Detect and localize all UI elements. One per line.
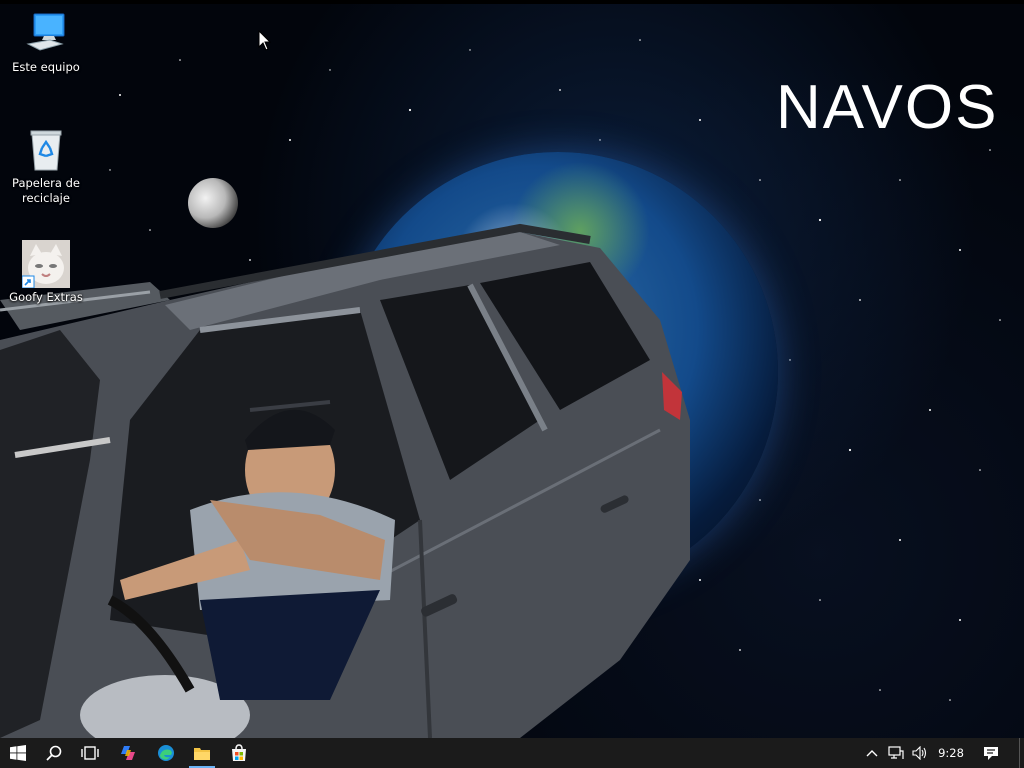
taskbar: 9:28 [0, 738, 1024, 768]
desktop[interactable]: NAVOS Este equipo Papelera de reciclaje … [0, 0, 1024, 738]
show-hidden-icons-button[interactable] [862, 738, 882, 768]
task-view-icon [81, 746, 99, 760]
edge-icon [158, 745, 174, 761]
network-icon [888, 746, 904, 759]
copilot-button[interactable] [110, 738, 146, 768]
mouse-cursor-icon [258, 30, 272, 51]
volume-icon [912, 746, 927, 760]
desktop-icon-goofy-extras[interactable]: Goofy Extras [6, 240, 86, 305]
network-button[interactable] [884, 738, 908, 768]
desktop-icon-label: Goofy Extras [9, 290, 83, 304]
store-button[interactable] [221, 738, 257, 768]
computer-icon [22, 10, 70, 58]
show-desktop-button[interactable] [1019, 738, 1024, 768]
notification-center-button[interactable] [978, 738, 1004, 768]
car-and-driver-image [0, 223, 690, 738]
copilot-icon [121, 746, 135, 760]
volume-button[interactable] [908, 738, 932, 768]
folder-icon [194, 748, 210, 760]
recycle-bin-icon [22, 126, 70, 174]
store-icon [232, 744, 246, 761]
search-icon [46, 745, 62, 761]
edge-button[interactable] [148, 738, 184, 768]
desktop-icon-este-equipo[interactable]: Este equipo [6, 10, 86, 75]
file-explorer-button[interactable] [184, 738, 220, 768]
chevron-up-icon [866, 750, 878, 757]
windows-logo-icon [10, 745, 26, 761]
desktop-icon-label: Este equipo [12, 60, 80, 74]
desktop-icon-papelera[interactable]: Papelera de reciclaje [6, 126, 86, 206]
search-button[interactable] [36, 738, 72, 768]
shortcut-cat-icon [21, 240, 70, 289]
notification-icon [984, 747, 998, 760]
taskbar-clock[interactable]: 9:28 [930, 738, 972, 768]
desktop-icon-label: Papelera de reciclaje [12, 176, 80, 205]
start-button[interactable] [0, 738, 36, 768]
task-view-button[interactable] [72, 738, 108, 768]
